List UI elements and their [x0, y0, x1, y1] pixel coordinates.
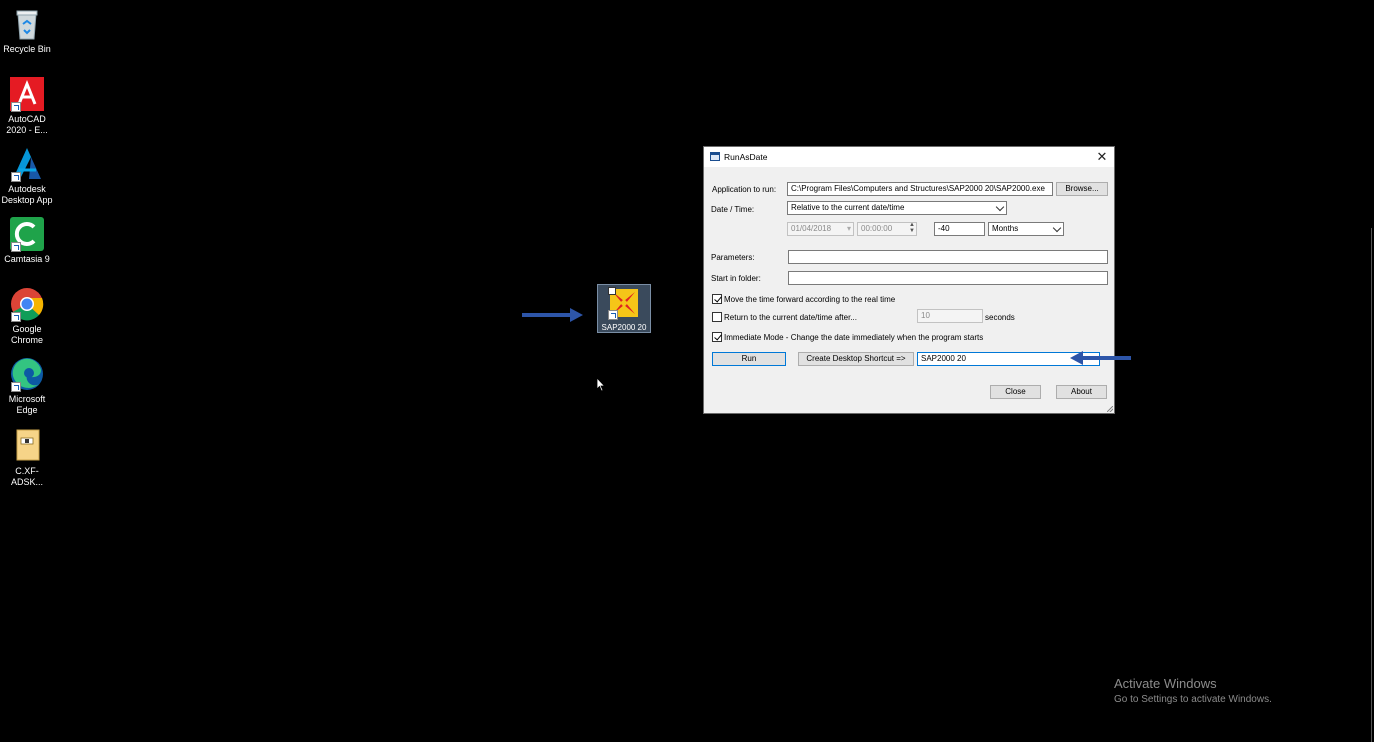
date-picker: 01/04/2018 ▾	[787, 222, 854, 236]
selection-checkbox[interactable]	[608, 287, 616, 295]
screen-edge-divider	[1371, 228, 1372, 742]
select-value: Months	[992, 224, 1019, 233]
icon-label: Autodesk Desktop App	[1, 184, 53, 205]
app-to-run-label: Application to run:	[712, 185, 777, 194]
camtasia-shortcut[interactable]: Camtasia 9	[0, 216, 54, 265]
browse-button[interactable]: Browse...	[1056, 182, 1108, 196]
parameters-label: Parameters:	[711, 253, 755, 262]
icon-label: AutoCAD 2020 - E...	[6, 114, 48, 135]
edge-icon	[9, 356, 45, 392]
start-in-folder-label: Start in folder:	[711, 274, 761, 283]
icon-label: Google Chrome	[10, 324, 43, 345]
autocad-shortcut[interactable]: AutoCAD 2020 - E...	[0, 76, 54, 135]
chevron-down-icon	[995, 202, 1005, 212]
icon-label: Microsoft Edge	[8, 394, 46, 415]
shortcut-arrow-icon	[11, 102, 21, 112]
date-time-mode-select[interactable]: Relative to the current date/time	[787, 201, 1007, 215]
time-picker: 00:00:00 ▲ ▼	[857, 222, 917, 236]
camtasia-icon	[9, 216, 45, 252]
cxf-adsk-file[interactable]: C.XF-ADSK...	[0, 428, 54, 487]
spinner-icon: ▲ ▼	[909, 222, 915, 234]
date-value: 01/04/2018	[791, 224, 832, 233]
calendar-dropdown-icon: ▾	[846, 224, 851, 233]
mouse-cursor-icon	[596, 377, 606, 392]
about-button[interactable]: About	[1056, 385, 1107, 399]
watermark-title: Activate Windows	[1114, 676, 1217, 691]
annotation-arrow-left-icon	[1070, 351, 1131, 365]
create-desktop-shortcut-button[interactable]: Create Desktop Shortcut =>	[798, 352, 914, 366]
start-in-folder-input[interactable]	[788, 271, 1108, 285]
google-chrome-shortcut[interactable]: Google Chrome	[0, 286, 54, 345]
return-to-current-checkbox[interactable]	[712, 312, 722, 322]
date-time-label: Date / Time:	[711, 205, 755, 214]
recycle-bin-shortcut[interactable]: Recycle Bin	[0, 6, 54, 55]
close-window-icon[interactable]: ✕	[1094, 149, 1110, 165]
shortcut-arrow-icon	[11, 242, 21, 252]
time-value: 00:00:00	[861, 224, 893, 233]
parameters-input[interactable]	[788, 250, 1108, 264]
icon-label: Camtasia 9	[4, 254, 50, 264]
move-time-forward-checkbox[interactable]	[712, 294, 722, 304]
chevron-down-icon	[1052, 223, 1062, 233]
immediate-mode-checkbox[interactable]	[712, 332, 722, 342]
return-to-current-label: Return to the current date/time after...	[724, 313, 857, 322]
run-button[interactable]: Run	[712, 352, 786, 366]
close-button[interactable]: Close	[990, 385, 1041, 399]
title-bar[interactable]: RunAsDate ✕	[704, 147, 1114, 167]
sap2000-shortcut[interactable]: SAP2000 20	[597, 284, 651, 333]
shortcut-arrow-icon	[11, 172, 21, 182]
activate-windows-watermark: Activate Windows Go to Settings to activ…	[1114, 676, 1272, 705]
icon-label: Recycle Bin	[3, 44, 51, 54]
return-seconds-input: 10	[917, 309, 983, 323]
window-title: RunAsDate	[724, 152, 768, 162]
recycle-bin-icon	[9, 6, 45, 42]
immediate-mode-label: Immediate Mode - Change the date immedia…	[724, 333, 984, 342]
autodesk-icon	[9, 146, 45, 182]
app-path-input[interactable]: C:\Program Files\Computers and Structure…	[787, 182, 1053, 196]
window-app-icon	[710, 152, 720, 161]
offset-unit-select[interactable]: Months	[988, 222, 1064, 236]
runasdate-dialog: RunAsDate ✕ Application to run: C:\Progr…	[703, 146, 1115, 414]
autocad-icon	[9, 76, 45, 112]
chrome-icon	[9, 286, 45, 322]
shortcut-arrow-icon	[11, 382, 21, 392]
icon-label: C.XF-ADSK...	[10, 466, 43, 487]
move-time-forward-label: Move the time forward according to the r…	[724, 295, 896, 304]
resize-grip[interactable]	[1107, 406, 1113, 412]
shortcut-arrow-icon	[11, 312, 21, 322]
offset-value-input[interactable]: -40	[934, 222, 985, 236]
seconds-label: seconds	[985, 313, 1015, 322]
select-value: Relative to the current date/time	[791, 203, 905, 212]
archive-file-icon	[9, 428, 45, 464]
autodesk-desktop-app-shortcut[interactable]: Autodesk Desktop App	[0, 146, 54, 205]
shortcut-arrow-icon	[608, 310, 618, 320]
annotation-arrow-right-icon	[522, 308, 583, 322]
watermark-subtitle: Go to Settings to activate Windows.	[1114, 694, 1272, 705]
icon-label: SAP2000 20	[601, 323, 647, 332]
microsoft-edge-shortcut[interactable]: Microsoft Edge	[0, 356, 54, 415]
